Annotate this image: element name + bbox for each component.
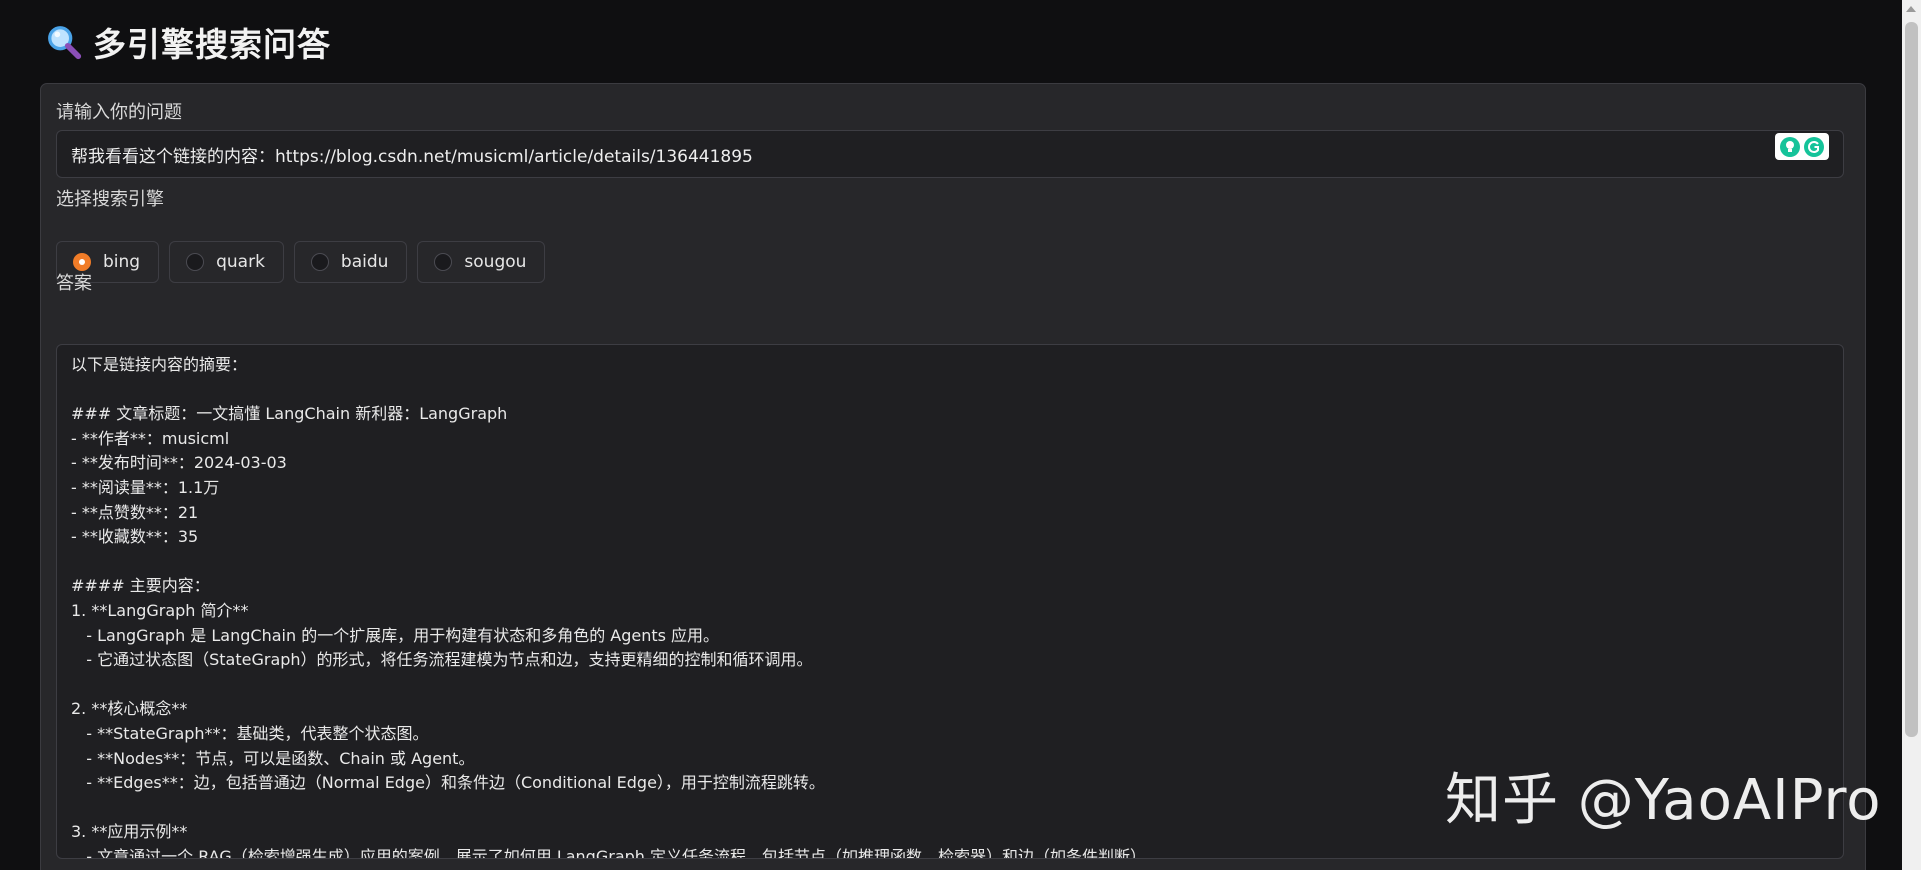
engine-option-quark[interactable]: quark bbox=[169, 241, 284, 283]
answer-label: 答案 bbox=[56, 273, 92, 294]
page-title: 多引擎搜索问答 bbox=[93, 25, 331, 64]
engine-option-sougou[interactable]: sougou bbox=[417, 241, 546, 283]
main-panel: 请输入你的问题 帮我看看这个链接的内容：https://blog.csdn.ne… bbox=[40, 83, 1866, 870]
engine-label: 选择搜索引擎 bbox=[56, 189, 164, 210]
engine-option-label: baidu bbox=[340, 252, 389, 272]
bulb-icon[interactable] bbox=[1779, 136, 1801, 158]
extension-badge[interactable] bbox=[1775, 133, 1829, 160]
app-header: 多引擎搜索问答 bbox=[45, 18, 331, 66]
question-label: 请输入你的问题 bbox=[56, 102, 182, 123]
engine-option-label: quark bbox=[216, 252, 265, 272]
engine-option-baidu[interactable]: baidu bbox=[293, 241, 408, 283]
app-page: 多引擎搜索问答 请输入你的问题 帮我看看这个链接的内容：https://blog… bbox=[0, 0, 1921, 870]
question-input-value[interactable]: 帮我看看这个链接的内容：https://blog.csdn.net/musicm… bbox=[71, 142, 1829, 167]
question-input[interactable]: 帮我看看这个链接的内容：https://blog.csdn.net/musicm… bbox=[56, 130, 1844, 178]
radio-unselected-icon[interactable] bbox=[310, 253, 329, 271]
engine-option-label: bing bbox=[103, 252, 141, 272]
scroll-up-icon[interactable] bbox=[1906, 6, 1916, 12]
magnifier-icon bbox=[48, 26, 82, 60]
page-scrollbar[interactable] bbox=[1902, 0, 1921, 870]
engine-option-label: sougou bbox=[464, 252, 527, 272]
grammarly-icon[interactable] bbox=[1803, 136, 1825, 158]
engine-radio-group: bing quark baidu sougou bbox=[56, 241, 546, 283]
radio-unselected-icon[interactable] bbox=[434, 253, 453, 271]
radio-unselected-icon[interactable] bbox=[186, 253, 205, 271]
scroll-thumb[interactable] bbox=[1905, 22, 1918, 737]
watermark: 知乎 @YaoAIPro bbox=[1445, 768, 1882, 833]
